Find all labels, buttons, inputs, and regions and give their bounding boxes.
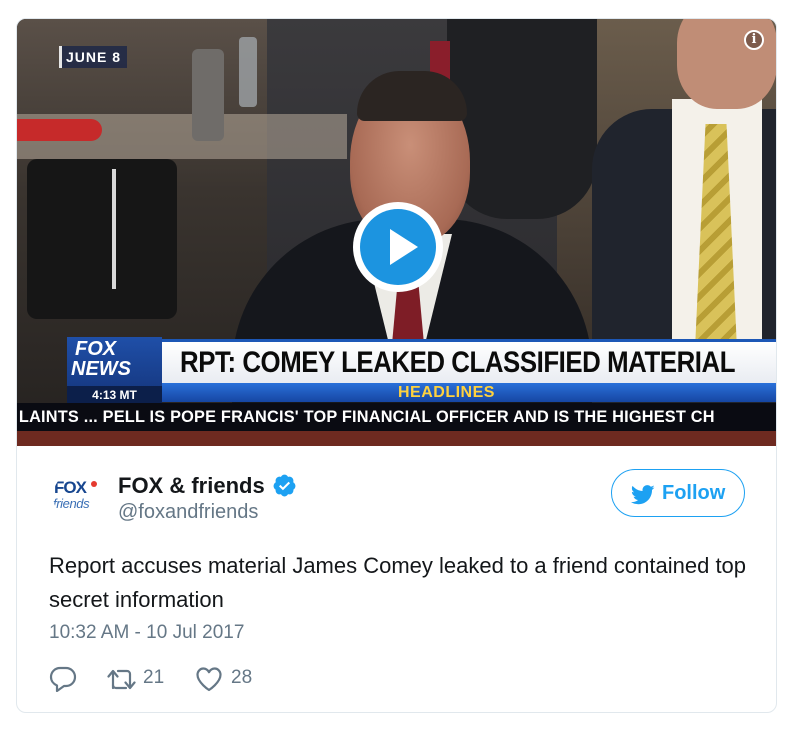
video-player[interactable]: JUNE 8 i FOX NEWS 4:13 MT RPT: COMEY LEA… [17,19,776,446]
retweet-count: 21 [143,667,165,688]
tweet-text: Report accuses material James Comey leak… [49,553,747,612]
reply-icon [49,666,77,692]
retweet-icon [107,669,136,690]
chyron-time: 4:13 MT [67,386,162,404]
timestamp[interactable]: 10:32 AM - 10 Jul 2017 [49,622,244,644]
info-icon[interactable]: i [744,30,764,50]
verified-icon [273,474,296,497]
reply-button[interactable] [49,664,89,694]
chyron-section-bar: HEADLINES [162,383,776,402]
display-name[interactable]: FOX & friends [118,473,265,499]
avatar[interactable]: FOX friends [53,472,101,520]
avatar-logo-bottom: friends [53,496,90,511]
avatar-logo-top: FOX [54,478,87,497]
video-bottom-strip [17,431,776,446]
chyron-headline-bar: RPT: COMEY LEAKED CLASSIFIED MATERIAL [162,339,776,383]
handle[interactable]: @foxandfriends [118,501,258,524]
like-count: 28 [231,667,253,688]
news-ticker: LAINTS ... PELL IS POPE FRANCIS' TOP FIN… [17,403,776,431]
follow-label: Follow [662,482,726,504]
logo-fox-text: FOX [75,338,117,360]
like-button[interactable]: 28 [195,664,275,694]
ticker-text: LAINTS ... PELL IS POPE FRANCIS' TOP FIN… [18,407,715,426]
tweet-card: JUNE 8 i FOX NEWS 4:13 MT RPT: COMEY LEA… [16,18,777,713]
heart-icon [196,667,222,692]
twitter-bird-icon [630,485,655,505]
retweet-button[interactable]: 21 [107,664,187,694]
chyron-section: HEADLINES [398,384,495,401]
play-button[interactable] [353,202,443,292]
date-tag: JUNE 8 [59,46,128,68]
follow-button[interactable]: Follow [611,469,745,517]
logo-news-text: NEWS [71,358,131,380]
chyron-headline: RPT: COMEY LEAKED CLASSIFIED MATERIAL [180,346,736,379]
play-icon [360,209,436,285]
